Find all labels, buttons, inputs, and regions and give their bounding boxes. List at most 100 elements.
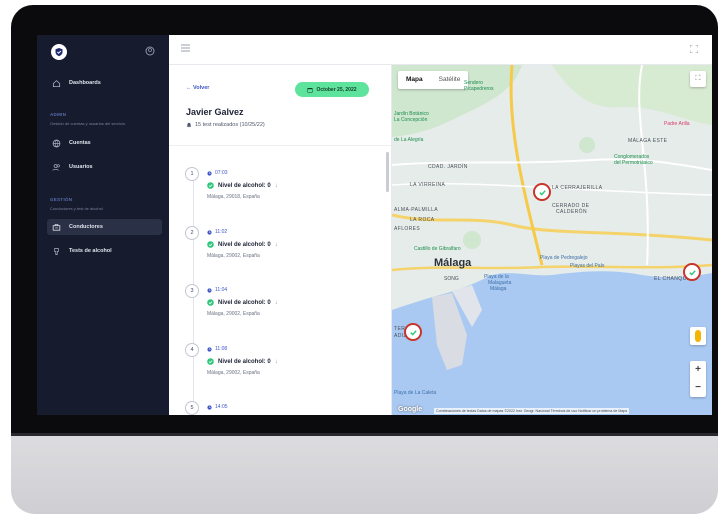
timeline-entry[interactable]: 1 07:03 Nivel de alcohol: 0 ↓ Málaga, 290…: [185, 167, 375, 217]
shield-check-icon: [55, 48, 63, 57]
map-label: CDAD. JARDÍN: [428, 164, 468, 170]
zoom-control: + −: [690, 361, 706, 397]
street-view-pegman-icon[interactable]: [690, 327, 706, 345]
arrow-down-icon: ↓: [274, 241, 278, 248]
sidebar: Dashboards ADMIN Gestión de cuentas y us…: [37, 35, 169, 415]
time-label: 11:08: [215, 346, 228, 352]
map-label: Playas del Palo: [570, 263, 605, 269]
map-label: Picapedreros: [464, 86, 494, 92]
map-label: CALDERÓN: [556, 209, 587, 215]
sidebar-item-tests-alcohol[interactable]: Tests de alcohol: [47, 243, 162, 259]
test-location-marker[interactable]: [533, 183, 551, 201]
date-badge[interactable]: October 25, 2022: [295, 82, 369, 97]
map-city-label: Málaga: [434, 257, 472, 269]
check-circle-icon: [207, 299, 214, 306]
alcohol-result: Nivel de alcohol: 0 ↓: [207, 299, 278, 306]
map-label: de La Alegría: [394, 137, 424, 143]
map-fullscreen-icon[interactable]: ⛶: [690, 71, 706, 87]
result-label: Nivel de alcohol: 0: [218, 241, 271, 248]
map-attribution[interactable]: Combinaciones de teclas Datos de mapas ©…: [434, 408, 630, 414]
time-label: 07:03: [215, 170, 228, 176]
account-icon[interactable]: [145, 46, 155, 56]
map-view[interactable]: Mapa Satélite ⛶ Sendero Picapedreros Jar…: [392, 65, 712, 415]
map-background: [392, 65, 712, 415]
check-icon: [688, 269, 696, 276]
tab-satellite[interactable]: Satélite: [431, 71, 469, 89]
map-label: LA CERRAJERILLA: [552, 185, 603, 191]
app-logo[interactable]: [51, 44, 67, 60]
sidebar-item-usuarios[interactable]: Usuarios: [47, 159, 162, 175]
section-subtitle-admin: Gestión de cuentas y usuarios del servic…: [50, 121, 127, 126]
zoom-out-button[interactable]: −: [690, 379, 706, 397]
entry-time: 11:02: [207, 229, 227, 235]
test-location-marker[interactable]: [404, 323, 422, 341]
date-label: October 25, 2022: [316, 86, 357, 93]
arrow-down-icon: ↓: [274, 299, 278, 306]
sidebar-item-cuentas[interactable]: Cuentas: [47, 135, 162, 151]
sidebar-item-conductores[interactable]: Conductores: [47, 219, 162, 235]
result-label: Nivel de alcohol: 0: [218, 299, 271, 306]
map-label: LA ROCA: [410, 217, 435, 223]
clock-icon: [207, 229, 212, 235]
fullscreen-icon[interactable]: [690, 45, 698, 53]
map-label: AFLORES: [394, 226, 421, 232]
zoom-in-button[interactable]: +: [690, 361, 706, 379]
home-icon: [52, 79, 61, 87]
timeline-entry[interactable]: 2 11:02 Nivel de alcohol: 0 ↓ Málaga, 290…: [185, 226, 375, 276]
map-label: Playa de La Caleta: [394, 390, 437, 396]
back-label: Volver: [193, 85, 210, 91]
entry-time: 11:04: [207, 287, 227, 293]
tests-summary-text: 15 test realizados (10/25/22): [195, 122, 265, 128]
check-icon: [409, 329, 417, 336]
test-location-marker[interactable]: [683, 263, 701, 281]
check-circle-icon: [207, 182, 214, 189]
check-circle-icon: [207, 241, 214, 248]
map-label: ALMA-PALMILLA: [394, 207, 439, 213]
map-label: Málaga: [490, 286, 507, 292]
tab-map[interactable]: Mapa: [398, 71, 431, 89]
entry-location: Málaga, 29018, España: [207, 194, 260, 200]
driver-name: Javier Galvez: [186, 107, 244, 117]
entry-location: Málaga, 29002, España: [207, 311, 260, 317]
timeline-entry[interactable]: 3 11:04 Nivel de alcohol: 0 ↓ Málaga, 290…: [185, 284, 375, 334]
entry-location: Málaga, 29002, España: [207, 370, 260, 376]
google-logo: Google: [398, 406, 423, 413]
arrow-down-icon: ↓: [274, 182, 278, 189]
map-label: MÁLAGA ESTE: [628, 138, 668, 144]
sidebar-item-label: Cuentas: [69, 140, 91, 146]
map-label: La Concepción: [394, 117, 428, 123]
result-label: Nivel de alcohol: 0: [218, 358, 271, 365]
map-label: SONG: [444, 276, 459, 282]
sidebar-item-label: Tests de alcohol: [69, 248, 112, 254]
calendar-icon: [307, 87, 313, 92]
section-title-admin: ADMIN: [50, 112, 67, 117]
alcohol-result: Nivel de alcohol: 0 ↓: [207, 358, 278, 365]
menu-icon[interactable]: [181, 44, 190, 52]
map-type-toggle[interactable]: Mapa Satélite: [398, 71, 469, 89]
result-label: Nivel de alcohol: 0: [218, 182, 271, 189]
alcohol-result: Nivel de alcohol: 0 ↓: [207, 241, 278, 248]
entry-time: 14:05: [207, 404, 228, 410]
app-screen: Dashboards ADMIN Gestión de cuentas y us…: [37, 35, 712, 415]
map-label: Castillo de Gibralfaro: [414, 246, 461, 252]
check-circle-icon: [207, 358, 214, 365]
breathalyzer-icon: [54, 247, 59, 255]
timeline-entry[interactable]: 4 11:08 Nivel de alcohol: 0 ↓ Málaga, 290…: [185, 343, 375, 393]
driver-detail-panel: ← Volver October 25, 2022 Javier Galvez …: [169, 65, 392, 415]
clock-icon: [207, 346, 212, 352]
scrollbar[interactable]: [386, 152, 389, 192]
section-subtitle-gestion: Conductores y test de alcohol: [50, 206, 103, 211]
map-label: del Permotriásico: [614, 160, 653, 166]
time-label: 11:04: [215, 287, 228, 293]
clock-icon: [207, 404, 212, 410]
tests-summary: 15 test realizados (10/25/22): [186, 122, 265, 128]
sidebar-item-dashboards[interactable]: Dashboards: [47, 75, 162, 91]
back-link[interactable]: ← Volver: [186, 85, 209, 91]
entry-time: 07:03: [207, 170, 228, 176]
timeline-entry[interactable]: 5 14:05: [185, 401, 375, 415]
alcohol-result: Nivel de alcohol: 0 ↓: [207, 182, 278, 189]
bell-icon: [186, 122, 192, 128]
step-number: 2: [185, 226, 199, 240]
sidebar-item-label: Conductores: [69, 224, 103, 230]
step-number: 4: [185, 343, 199, 357]
